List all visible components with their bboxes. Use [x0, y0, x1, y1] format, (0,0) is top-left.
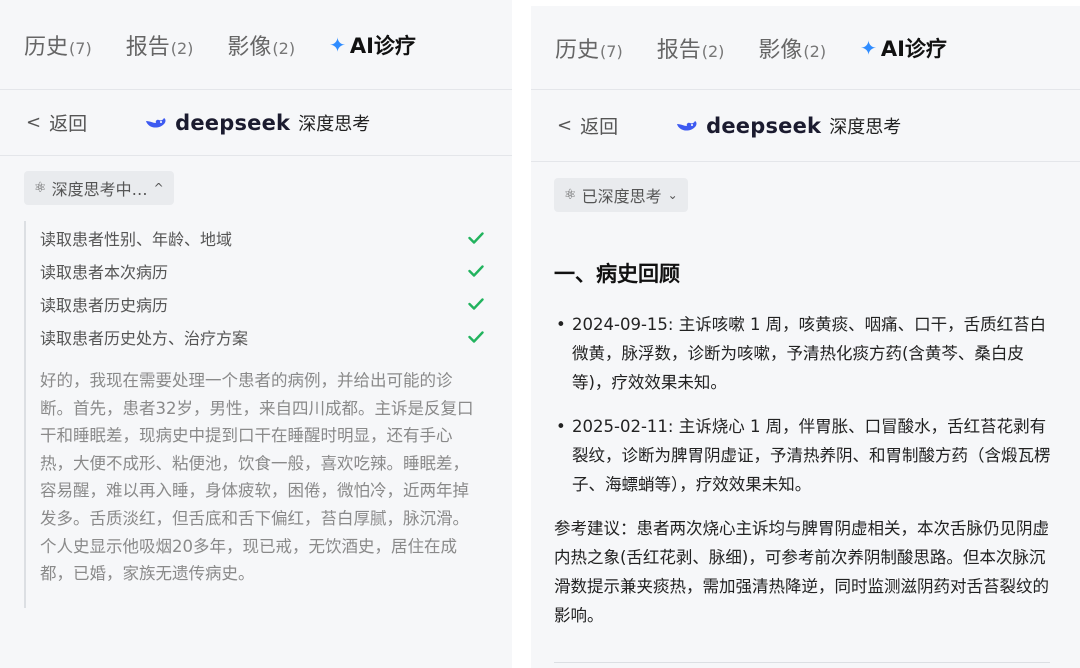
tab-images-label: 影像	[227, 34, 272, 60]
tab-history-count: (7)	[69, 38, 92, 58]
tab-reports-count: (2)	[701, 41, 725, 61]
tab-ai-label: AI诊疗	[349, 33, 416, 58]
thinking-mode-label: 深度思考	[298, 113, 371, 135]
tab-history[interactable]: 历史 (7)	[555, 32, 623, 64]
tab-history-label: 历史	[555, 37, 600, 63]
tab-reports-label: 报告	[656, 37, 701, 63]
history-list: 2024-09-15: 主诉咳嗽 1 周，咳黄痰、咽痛、口干，舌质红苔白微黄，脉…	[554, 310, 1056, 499]
section-heading: 一、病史回顾	[554, 262, 680, 286]
brand-name: deepseek	[175, 110, 291, 135]
divider	[554, 662, 1050, 663]
check-icon	[468, 231, 484, 244]
tab-reports[interactable]: 报告 (2)	[126, 29, 194, 61]
tab-history-label: 历史	[24, 34, 69, 60]
check-icon	[468, 297, 484, 310]
list-item: 读取患者历史处方、治疗方案	[40, 320, 484, 353]
deepseek-whale-icon	[146, 117, 166, 128]
deepseek-brand: deepseek 深度思考	[145, 110, 370, 136]
tab-reports-label: 报告	[125, 34, 170, 60]
right-panel: 历史 (7) 报告 (2) 影像 (2) ✦ AI诊疗 < 返回 deepseek 深…	[531, 6, 1080, 668]
atom-icon: ⚛	[34, 180, 47, 196]
advice-text: 参考建议：患者两次烧心主诉均与脾胃阴虚相关，本次舌脉仍见阴虚内热之象(舌红花剥、…	[554, 519, 1049, 625]
thinking-process: ⚛ 深度思考中… ^ 读取患者性别、年龄、地域 读取患者本次病历 读取患者历史病…	[0, 156, 512, 608]
sub-header: < 返回 deepseek 深度思考	[0, 90, 512, 156]
thinking-mode-label: 深度思考	[829, 116, 902, 138]
tab-ai-diagnosis[interactable]: ✦ AI诊疗	[329, 30, 416, 60]
chevron-left-icon: <	[557, 115, 573, 136]
step-label: 读取患者历史病历	[40, 295, 169, 315]
check-icon	[468, 264, 484, 277]
step-label: 读取患者本次病历	[40, 262, 169, 282]
brand-name: deepseek	[706, 113, 822, 138]
chevron-left-icon: <	[26, 112, 42, 133]
chevron-down-icon: ⌄	[667, 188, 678, 202]
list-item: 读取患者本次病历	[40, 254, 484, 287]
tab-images[interactable]: 影像 (2)	[758, 32, 826, 64]
tab-ai-diagnosis[interactable]: ✦ AI诊疗	[860, 33, 947, 63]
back-button[interactable]: < 返回	[26, 109, 87, 136]
list-item: 读取患者性别、年龄、地域	[40, 221, 484, 254]
tab-images-count: (2)	[272, 38, 296, 58]
back-label: 返回	[49, 113, 88, 135]
thinking-steps: 读取患者性别、年龄、地域 读取患者本次病历 读取患者历史病历 读取患者历史处方、…	[24, 221, 484, 608]
list-item: 2024-09-15: 主诉咳嗽 1 周，咳黄痰、咽痛、口干，舌质红苔白微黄，脉…	[554, 310, 1056, 397]
tab-reports-count: (2)	[170, 38, 194, 58]
tab-reports[interactable]: 报告 (2)	[657, 32, 725, 64]
sparkle-icon: ✦	[860, 35, 877, 60]
tab-images-label: 影像	[758, 37, 803, 63]
step-label: 读取患者性别、年龄、地域	[40, 229, 233, 249]
step-label: 读取患者历史处方、治疗方案	[40, 328, 249, 348]
tab-ai-label: AI诊疗	[880, 36, 947, 61]
thinking-toggle[interactable]: ⚛ 深度思考中… ^	[24, 171, 174, 205]
tab-images[interactable]: 影像 (2)	[227, 29, 295, 61]
thinking-toggle-label: 已深度思考	[581, 187, 662, 206]
check-icon	[468, 330, 484, 343]
thinking-toggle-label: 深度思考中…	[51, 180, 148, 199]
thinking-toggle[interactable]: ⚛ 已深度思考 ⌄	[554, 178, 688, 212]
deepseek-brand: deepseek 深度思考	[676, 113, 901, 139]
tab-history-count: (7)	[600, 41, 623, 61]
back-label: 返回	[580, 116, 619, 138]
atom-icon: ⚛	[564, 187, 577, 203]
tab-history[interactable]: 历史 (7)	[24, 29, 92, 61]
tab-bar: 历史 (7) 报告 (2) 影像 (2) ✦ AI诊疗	[531, 6, 1080, 90]
deepseek-whale-icon	[677, 120, 697, 131]
tab-bar: 历史 (7) 报告 (2) 影像 (2) ✦ AI诊疗	[0, 0, 512, 90]
diagnosis-result: ⚛ 已深度思考 ⌄ 一、病史回顾 2024-09-15: 主诉咳嗽 1 周，咳黄…	[531, 162, 1080, 630]
left-panel: 历史 (7) 报告 (2) 影像 (2) ✦ AI诊疗 < 返回 deepseek 深…	[0, 0, 512, 668]
thinking-text: 好的，我现在需要处理一个患者的病例，并给出可能的诊断。首先，患者32岁，男性，来…	[40, 371, 474, 584]
back-button[interactable]: < 返回	[557, 112, 618, 139]
tab-images-count: (2)	[803, 41, 827, 61]
chevron-up-icon: ^	[153, 181, 164, 195]
list-item: 2025-02-11: 主诉烧心 1 周，伴胃胀、口冒酸水，舌红苔花剥有裂纹，诊…	[554, 412, 1056, 499]
list-item: 读取患者历史病历	[40, 287, 484, 320]
sparkle-icon: ✦	[329, 32, 346, 57]
sub-header: < 返回 deepseek 深度思考	[531, 90, 1080, 162]
